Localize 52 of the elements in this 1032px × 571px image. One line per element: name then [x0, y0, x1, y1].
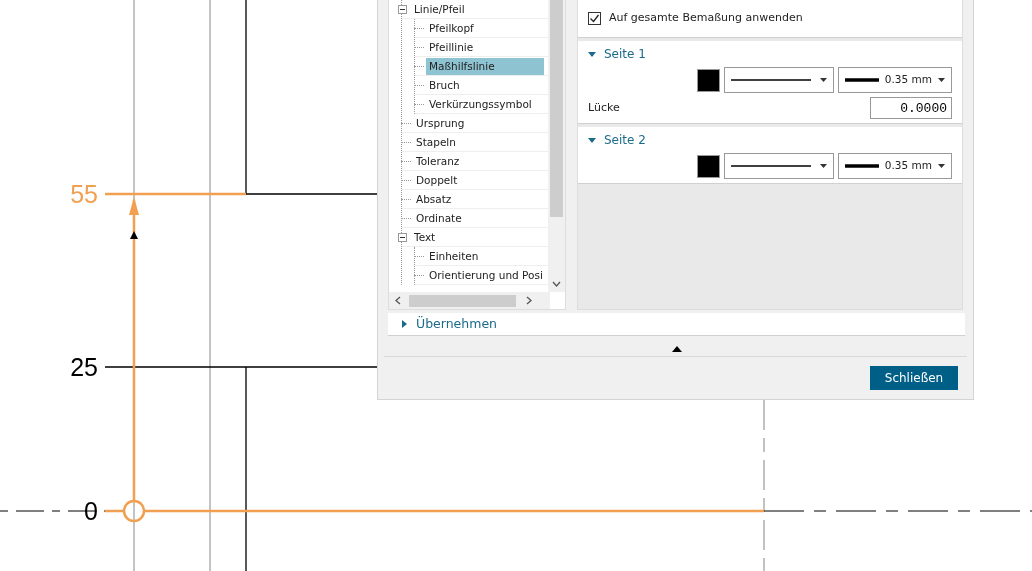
tree-item[interactable]: Verkürzungssymbol — [426, 95, 535, 113]
tree-item[interactable]: Absatz — [413, 190, 455, 208]
tree-item[interactable]: Ordinate — [413, 209, 465, 227]
caret-icon — [938, 164, 945, 168]
collapse-node-icon[interactable] — [398, 232, 407, 242]
checkbox-label: Auf gesamte Bemaßung anwenden — [609, 10, 803, 27]
tree-item[interactable]: Text — [411, 228, 439, 246]
apply-section-header[interactable]: Übernehmen — [388, 313, 965, 336]
thick-line-icon — [845, 78, 879, 82]
apply-all-checkbox[interactable] — [588, 12, 601, 25]
line-style-dropdown[interactable] — [724, 153, 834, 179]
horizontal-scrollbar[interactable] — [389, 292, 550, 309]
tree-item[interactable]: Stapeln — [413, 133, 459, 151]
collapsed-caret-icon[interactable] — [400, 320, 408, 328]
section-title[interactable]: Seite 1 — [604, 45, 646, 63]
section-title[interactable]: Seite 2 — [604, 131, 646, 149]
expanded-caret-icon[interactable] — [588, 50, 596, 58]
line-weight-dropdown[interactable]: 0.35 mm — [838, 67, 952, 93]
scroll-right-icon[interactable] — [526, 296, 532, 305]
tree-item[interactable]: Pfeillinie — [426, 38, 477, 56]
origin-marker-icon — [122, 499, 146, 523]
caret-icon — [820, 164, 827, 168]
line-weight-dropdown[interactable]: 0.35 mm — [838, 153, 952, 179]
tree-item[interactable]: Orientierung und Posi — [426, 266, 546, 284]
scroll-down-icon[interactable] — [552, 281, 561, 287]
tree-item[interactable]: Toleranz — [413, 152, 463, 170]
gap-field[interactable]: 0.0000 — [870, 97, 952, 119]
tree-item[interactable]: Einheiten — [426, 247, 482, 265]
close-button[interactable]: Schließen — [870, 366, 958, 390]
expanded-caret-icon[interactable] — [588, 136, 596, 144]
vertical-scrollbar[interactable] — [548, 0, 565, 292]
tree-item[interactable]: Linie/Pfeil — [411, 0, 468, 18]
color-swatch[interactable] — [697, 154, 720, 178]
tree-item[interactable]: Bruch — [426, 76, 463, 94]
scroll-left-icon[interactable] — [395, 296, 401, 305]
line-style-dropdown[interactable] — [724, 67, 834, 93]
dimension-label: 0 — [84, 497, 98, 525]
tree-item[interactable]: Doppelt — [413, 171, 461, 189]
dimension-label: 55 — [70, 180, 98, 208]
collapse-node-icon[interactable] — [398, 4, 407, 14]
dimension-label: 25 — [70, 353, 98, 381]
collapse-icon[interactable] — [672, 346, 682, 352]
caret-icon — [820, 78, 827, 82]
solid-line-icon — [731, 78, 811, 82]
tree-item[interactable]: Pfeilkopf — [426, 19, 477, 37]
tree-item[interactable]: Ursprung — [413, 114, 468, 132]
color-swatch[interactable] — [697, 68, 720, 92]
tree-item[interactable]: Maßhilfslinie — [426, 57, 544, 75]
field-label: Lücke — [588, 99, 620, 116]
caret-icon — [938, 78, 945, 82]
solid-line-icon — [731, 164, 811, 168]
thick-line-icon — [845, 164, 879, 168]
